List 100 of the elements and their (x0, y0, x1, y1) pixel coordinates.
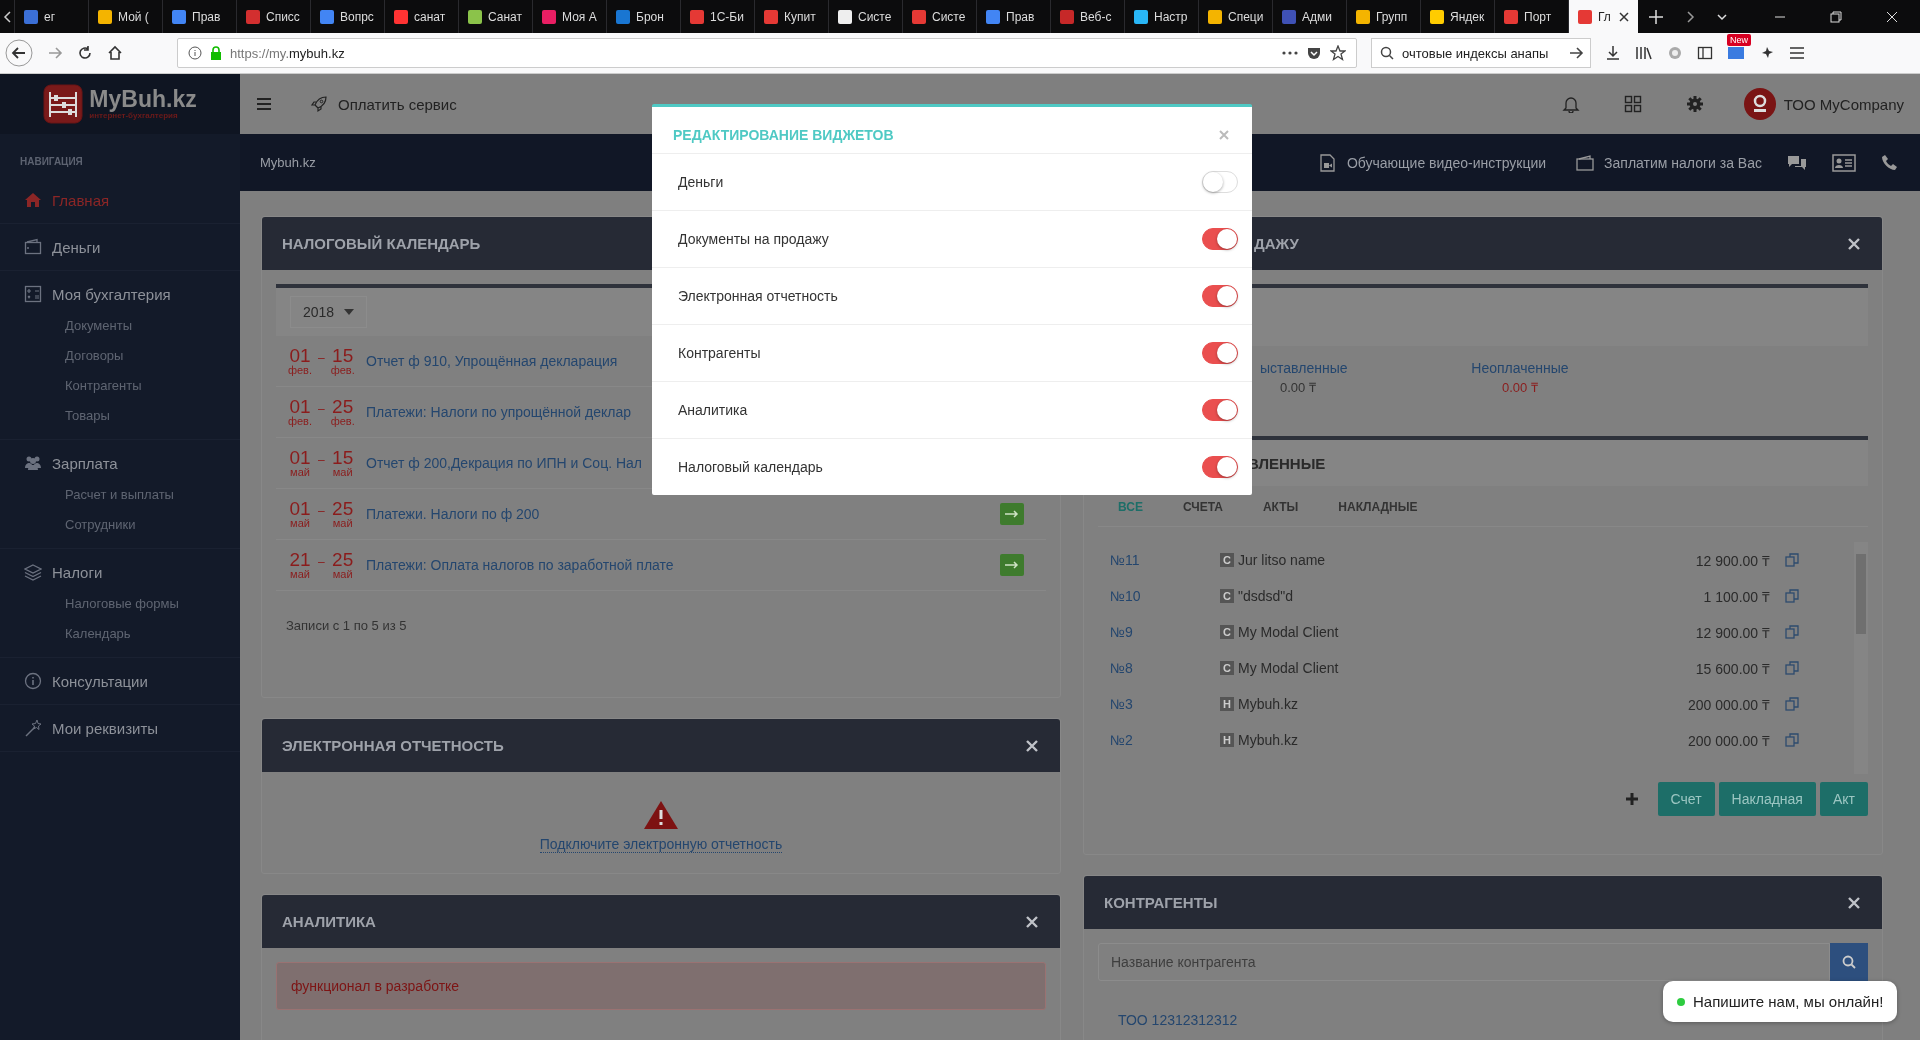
abacus-logo-icon (43, 84, 84, 124)
home-icon[interactable] (107, 45, 123, 61)
nav-subitem[interactable]: Контрагенты (0, 371, 240, 401)
forward-icon[interactable] (47, 45, 63, 61)
grid-icon[interactable] (1623, 95, 1642, 113)
panel-title: КОНТРАГЕНТЫ (1104, 894, 1218, 911)
stat-value: 0.00 ₸ (1280, 379, 1316, 396)
nav-subitem[interactable]: Товары (0, 401, 240, 431)
amount: 12 900.00 ₸ (1695, 551, 1770, 570)
star-icon[interactable] (1330, 45, 1346, 61)
modal-title: РЕДАКТИРОВАНИЕ ВИДЖЕТОВ (673, 127, 894, 143)
back-icon[interactable] (5, 39, 33, 67)
arrow-right-icon (1005, 510, 1019, 518)
amount: 200 000.00 ₸ (1688, 731, 1770, 750)
bell-icon[interactable] (1561, 95, 1580, 113)
nav-item[interactable]: Деньги (0, 224, 240, 270)
address-bar[interactable]: https://my.mybuh.kz (177, 38, 1357, 68)
create-button[interactable]: Накладная (1718, 782, 1816, 816)
widget-label: Электронная отчетность (678, 288, 838, 304)
widget-label: Деньги (678, 174, 724, 190)
stat-value: 0.00 ₸ (1502, 379, 1538, 396)
download-icon[interactable] (1605, 45, 1621, 61)
breadcrumb[interactable]: Mybuh.kz (260, 155, 316, 170)
avatar-icon (1743, 88, 1776, 120)
start-month: май (290, 466, 310, 478)
search-button[interactable] (1830, 943, 1868, 981)
nav-item[interactable]: Мои реквизиты (0, 705, 240, 751)
close-icon[interactable] (1846, 235, 1862, 252)
phone-icon[interactable] (1880, 153, 1898, 172)
help-link[interactable]: Обучающие видео-инструкции (1318, 153, 1547, 172)
restore-icon[interactable] (1830, 10, 1842, 23)
filter-tab[interactable]: СЧЕТА (1182, 500, 1223, 514)
nav-item[interactable]: Консультации (0, 658, 240, 704)
type-badge: C (1220, 661, 1234, 675)
video-file-icon (1318, 153, 1337, 172)
info-icon (24, 672, 42, 690)
help-link[interactable]: Заплатим налоги за Вас (1576, 153, 1762, 172)
toggle-switch[interactable] (1202, 342, 1238, 364)
end-day: 15 (332, 448, 354, 467)
rocket-icon (310, 95, 328, 113)
year-dropdown[interactable]: 2018 (290, 296, 368, 328)
menu-icon[interactable] (1789, 46, 1805, 60)
nav-subitem[interactable]: Сотрудники (0, 510, 240, 540)
start-month: фев. (287, 415, 313, 427)
widget-label: Контрагенты (678, 345, 761, 361)
account-menu[interactable]: ТОО MyCompany (1743, 88, 1904, 120)
go-button[interactable] (1000, 503, 1024, 525)
close-icon[interactable] (1618, 10, 1630, 23)
toggle-switch[interactable] (1202, 228, 1238, 250)
screenshot-icon[interactable] (1727, 46, 1745, 60)
contact-card-icon[interactable] (1832, 153, 1856, 172)
library-icon[interactable] (1635, 45, 1653, 61)
amount: 200 000.00 ₸ (1688, 695, 1770, 714)
chat-toast[interactable]: Напишите нам, мы онлайн! (1663, 981, 1898, 1022)
search-field[interactable]: Название контрагента (1098, 943, 1830, 981)
search-field[interactable]: очтовые индексы анапы (1371, 38, 1591, 68)
nav-subitem[interactable]: Договоры (0, 341, 240, 371)
go-button[interactable] (1000, 554, 1024, 576)
start-day: 01 (289, 397, 311, 416)
end-day: 25 (332, 550, 354, 569)
more-icon[interactable] (1282, 51, 1298, 55)
client-name: Mybuh.kz (1238, 732, 1298, 748)
new-tab-icon[interactable] (1648, 8, 1664, 25)
start-month: май (290, 568, 310, 580)
go-arrow-icon[interactable] (1568, 45, 1584, 61)
toggle-switch[interactable] (1202, 456, 1238, 478)
end-day: 25 (332, 499, 354, 518)
settings-icon[interactable] (1685, 95, 1704, 113)
logo-tagline: интернет-бухгалтерия (89, 111, 178, 120)
browser-tab[interactable]: Гл (1568, 0, 1638, 33)
close-icon[interactable] (1024, 913, 1040, 930)
stat-label: Неоплаченные (1471, 360, 1569, 376)
filter-tab[interactable]: НАКЛАДНЫЕ (1338, 500, 1418, 514)
nav-subitem[interactable]: Календарь (0, 619, 240, 649)
client-name: My Modal Client (1238, 624, 1339, 640)
filter-tab[interactable]: АКТЫ (1262, 500, 1299, 514)
chat-icon[interactable] (1786, 153, 1808, 172)
type-badge: H (1220, 697, 1234, 711)
toggle-switch[interactable] (1202, 399, 1238, 421)
reload-icon[interactable] (77, 45, 93, 61)
menu-icon[interactable] (256, 97, 272, 111)
close-icon[interactable] (1024, 737, 1040, 754)
sidebar-icon[interactable] (1697, 45, 1713, 61)
type-badge: C (1220, 589, 1234, 603)
pay-service-link[interactable]: Оплатить сервис (310, 95, 457, 113)
toggle-switch[interactable] (1202, 285, 1238, 307)
end-month: май (332, 568, 353, 580)
type-badge: H (1220, 733, 1234, 747)
arrow-right-icon (1005, 561, 1019, 569)
wallet-icon (24, 238, 42, 256)
nav-section-title: НАВИГАЦИЯ (19, 155, 84, 169)
create-button[interactable]: Акт (1819, 782, 1868, 816)
create-button[interactable]: Счет (1657, 782, 1715, 816)
start-day: 01 (289, 346, 311, 365)
pocket-icon[interactable] (1306, 45, 1322, 61)
widget-label: Документы на продажу (678, 231, 829, 247)
date-separator: – (318, 554, 325, 569)
date-separator: – (318, 452, 325, 467)
close-icon[interactable] (1846, 894, 1862, 911)
panel-title: АНАЛИТИКА (282, 913, 376, 930)
